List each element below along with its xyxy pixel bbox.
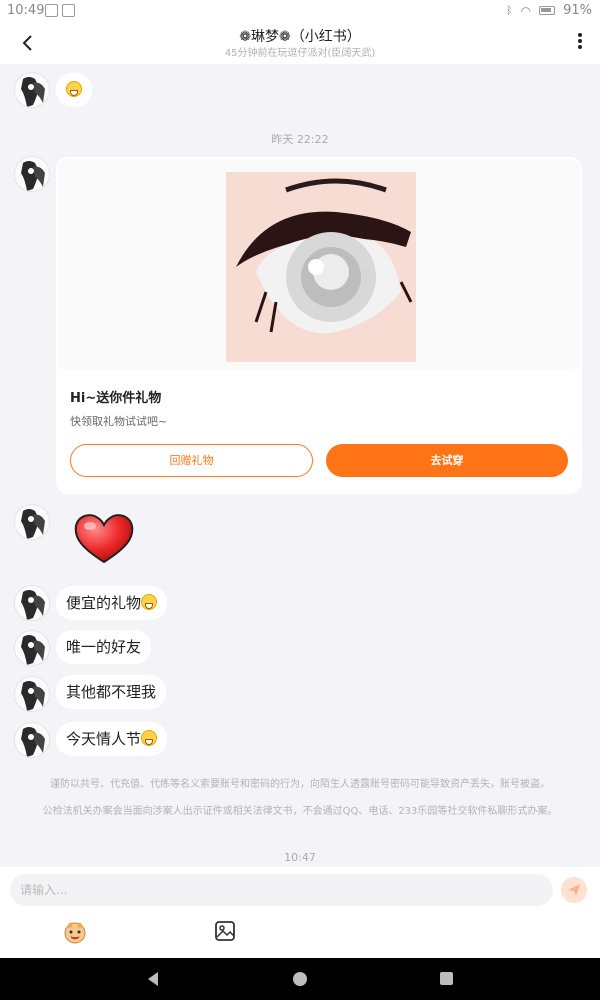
safety-notice: 公检法机关办案会当面向涉案人出示证件或相关法律文书，不会通过QQ、电话、233乐… (20, 805, 580, 819)
battery-icon (539, 6, 556, 15)
heart-sticker-icon[interactable] (72, 510, 136, 566)
status-notification-icons (45, 4, 75, 17)
grin-emoji-icon (141, 730, 158, 746)
message-text: 便宜的礼物 (66, 594, 142, 612)
grin-emoji-icon (141, 594, 158, 610)
timestamp: 10:47 (284, 851, 316, 864)
message-text: 今天情人节 (66, 730, 142, 748)
notification-icon (45, 4, 58, 17)
avatar[interactable] (14, 504, 50, 540)
chat-title: ❁琳梦❁（小红书） (239, 29, 361, 45)
avatar[interactable] (14, 156, 50, 192)
message-bubble[interactable]: 便宜的礼物 (56, 586, 168, 620)
chat-subtitle: 45分钟前在玩逗仔派对(臣阔天武) (224, 48, 376, 59)
nav-back-icon[interactable] (144, 970, 162, 988)
message-bubble[interactable]: 其他都不理我 (56, 675, 167, 709)
return-gift-button[interactable]: 回赠礼物 (70, 444, 313, 477)
chat-area[interactable]: 昨天 22:22 Hi~送你件礼物 快领取礼物试试吧~ 回赠礼物 去试穿 便宜的… (0, 64, 600, 867)
gift-title: Hi~送你件礼物 (70, 391, 162, 406)
status-right: ᛒ ◠ 91% (506, 3, 592, 18)
message-bubble[interactable]: 今天情人节 (56, 722, 168, 756)
gift-description: 快领取礼物试试吧~ (70, 415, 168, 428)
bluetooth-icon: ᛒ (506, 4, 513, 17)
send-button[interactable] (561, 877, 587, 903)
gift-image-area (58, 159, 580, 371)
safety-notice: 谨防以共号、代充值、代练等名义索要账号和密码的行为，向陌生人透露账号密码可能导致… (20, 778, 580, 792)
avatar[interactable] (14, 722, 50, 758)
notification-icon (62, 4, 75, 17)
battery-level: 91% (563, 3, 592, 18)
message-input[interactable] (10, 874, 553, 906)
avatar[interactable] (14, 585, 50, 621)
gift-card[interactable]: Hi~送你件礼物 快领取礼物试试吧~ 回赠礼物 去试穿 (56, 157, 582, 494)
notice-line: 公检法机关办案会当面向涉案人出示证件或相关法律文书，不会通过QQ、电话、233乐… (42, 806, 558, 817)
chat-header: ❁琳梦❁（小红书） 45分钟前在玩逗仔派对(臣阔天武) (0, 22, 600, 64)
nav-home-icon[interactable] (293, 972, 307, 986)
image-icon[interactable] (213, 919, 237, 943)
try-on-button[interactable]: 去试穿 (326, 444, 568, 477)
emoji-face-icon[interactable] (62, 919, 88, 945)
gift-image (226, 172, 416, 362)
more-vertical-icon (578, 33, 582, 49)
avatar[interactable] (14, 72, 50, 108)
more-button[interactable] (570, 32, 590, 54)
notice-line: 谨防以共号、代充值、代练等名义索要账号和密码的行为，向陌生人透露账号密码可能导致… (50, 779, 550, 790)
message-text: 唯一的好友 (66, 638, 142, 656)
avatar[interactable] (14, 676, 50, 712)
nav-recent-icon[interactable] (440, 972, 453, 985)
status-bar: 10:49 ᛒ ◠ 91% (0, 0, 600, 22)
input-bar (0, 867, 600, 958)
message-bubble[interactable]: 唯一的好友 (56, 630, 152, 664)
avatar[interactable] (14, 630, 50, 666)
timestamp: 昨天 22:22 (271, 133, 329, 146)
status-time: 10:49 (7, 3, 45, 18)
message-bubble[interactable] (56, 73, 92, 107)
send-icon (568, 884, 580, 896)
message-text: 其他都不理我 (66, 683, 157, 701)
system-nav-bar (0, 958, 600, 1000)
grin-emoji-icon (66, 81, 82, 97)
wifi-icon: ◠ (520, 3, 532, 18)
